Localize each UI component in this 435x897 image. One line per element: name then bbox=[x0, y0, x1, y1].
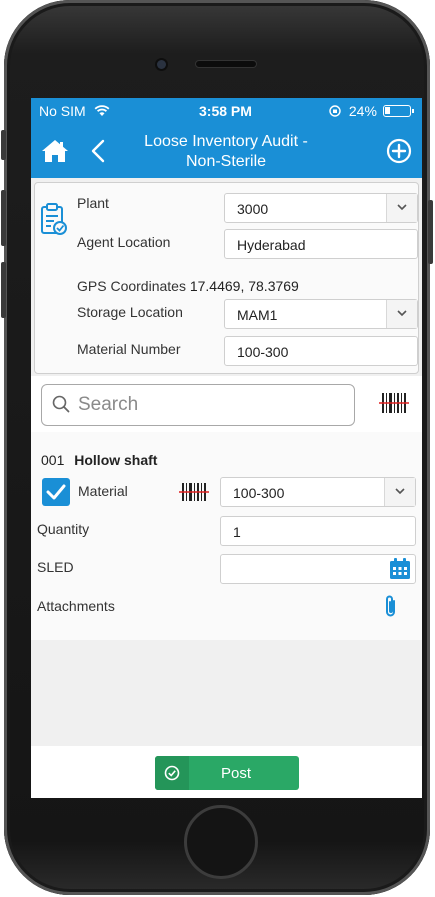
status-bar: No SIM 3:58 PM 24% bbox=[31, 98, 422, 124]
barcode-icon[interactable] bbox=[379, 391, 409, 415]
material-label: Material bbox=[78, 483, 128, 499]
search-box[interactable] bbox=[41, 384, 355, 426]
check-circle-icon bbox=[164, 765, 180, 781]
home-button[interactable] bbox=[184, 805, 258, 879]
material-dropdown[interactable]: 100-300 bbox=[220, 477, 416, 507]
wifi-icon bbox=[94, 105, 109, 116]
agent-location-value: Hyderabad bbox=[237, 237, 306, 253]
page-title: Loose Inventory Audit - Non-Sterile bbox=[121, 132, 331, 172]
battery-fill bbox=[385, 107, 390, 114]
material-value: 100-300 bbox=[233, 485, 285, 501]
material-dropdown-button[interactable] bbox=[384, 478, 415, 506]
attachments-label: Attachments bbox=[37, 598, 115, 614]
battery-nub bbox=[412, 109, 414, 113]
front-camera bbox=[157, 60, 166, 69]
volume-up-button bbox=[1, 190, 6, 246]
plant-label: Plant bbox=[77, 195, 109, 211]
storage-location-label: Storage Location bbox=[77, 304, 183, 320]
sled-label: SLED bbox=[37, 559, 74, 575]
power-button bbox=[428, 200, 433, 264]
post-button-label: Post bbox=[221, 765, 252, 782]
paperclip-icon[interactable] bbox=[383, 594, 399, 620]
home-icon[interactable] bbox=[41, 138, 69, 164]
item-title: 001 Hollow shaft bbox=[41, 452, 157, 468]
earpiece-speaker bbox=[196, 61, 256, 67]
chevron-down-icon bbox=[397, 204, 407, 211]
post-icon-wrap bbox=[155, 756, 189, 790]
orientation-lock-icon bbox=[329, 105, 341, 117]
gps-coordinates: GPS Coordinates 17.4469, 78.3769 bbox=[77, 278, 299, 294]
status-time: 3:58 PM bbox=[199, 103, 252, 119]
calendar-icon[interactable] bbox=[389, 558, 411, 580]
back-icon[interactable] bbox=[89, 138, 107, 164]
barcode-icon[interactable] bbox=[179, 482, 209, 502]
storage-location-dropdown[interactable]: MAM1 bbox=[224, 299, 418, 329]
footer-bar: Post bbox=[31, 746, 422, 798]
search-row bbox=[31, 376, 422, 432]
volume-down-button bbox=[1, 262, 6, 318]
page-title-line2: Non-Sterile bbox=[185, 153, 267, 170]
plant-dropdown[interactable]: 3000 bbox=[224, 193, 418, 223]
item-name: Hollow shaft bbox=[74, 452, 158, 468]
nav-bar: Loose Inventory Audit - Non-Sterile bbox=[31, 124, 422, 178]
battery-text: 24% bbox=[348, 103, 377, 119]
storage-location-value: MAM1 bbox=[237, 307, 278, 323]
quantity-value: 1 bbox=[233, 524, 241, 540]
agent-location-field[interactable]: Hyderabad bbox=[224, 229, 418, 259]
quantity-label: Quantity bbox=[37, 521, 90, 537]
carrier-label: No SIM bbox=[39, 103, 86, 119]
plant-dropdown-button[interactable] bbox=[386, 194, 417, 222]
material-number-field[interactable]: 100-300 bbox=[224, 336, 418, 366]
checkmark-icon bbox=[46, 484, 66, 500]
carrier-text: No SIM bbox=[39, 103, 110, 119]
material-checkbox[interactable] bbox=[42, 478, 70, 506]
post-button[interactable]: Post bbox=[155, 756, 299, 790]
search-icon bbox=[52, 395, 70, 413]
chevron-down-icon bbox=[395, 488, 405, 495]
material-number-label: Material Number bbox=[77, 341, 181, 357]
gps-label: GPS Coordinates bbox=[77, 278, 186, 294]
plant-value: 3000 bbox=[237, 201, 269, 217]
item-number: 001 bbox=[41, 452, 65, 468]
search-input[interactable] bbox=[76, 391, 340, 419]
app-screen: No SIM 3:58 PM 24% Loose Inventory Audit… bbox=[31, 98, 422, 798]
sled-date-field[interactable] bbox=[220, 554, 416, 584]
material-number-value: 100-300 bbox=[237, 344, 289, 360]
storage-location-dropdown-button[interactable] bbox=[386, 300, 417, 328]
mute-switch bbox=[1, 130, 6, 160]
quantity-field[interactable]: 1 bbox=[220, 516, 416, 546]
chevron-down-icon bbox=[397, 310, 407, 317]
audit-header-card: Plant 3000 Agent Location Hyderabad GPS … bbox=[34, 182, 419, 374]
page-title-line1: Loose Inventory Audit - bbox=[144, 133, 308, 150]
add-circle-icon[interactable] bbox=[386, 138, 412, 164]
item-section: 001 Hollow shaft Material 100-300 Quanti bbox=[31, 432, 422, 640]
agent-location-label: Agent Location bbox=[77, 234, 171, 250]
clipboard-icon bbox=[41, 203, 67, 235]
battery-icon bbox=[383, 105, 414, 117]
battery-percentage: 24% bbox=[329, 103, 377, 119]
gps-value: 17.4469, 78.3769 bbox=[189, 278, 299, 294]
